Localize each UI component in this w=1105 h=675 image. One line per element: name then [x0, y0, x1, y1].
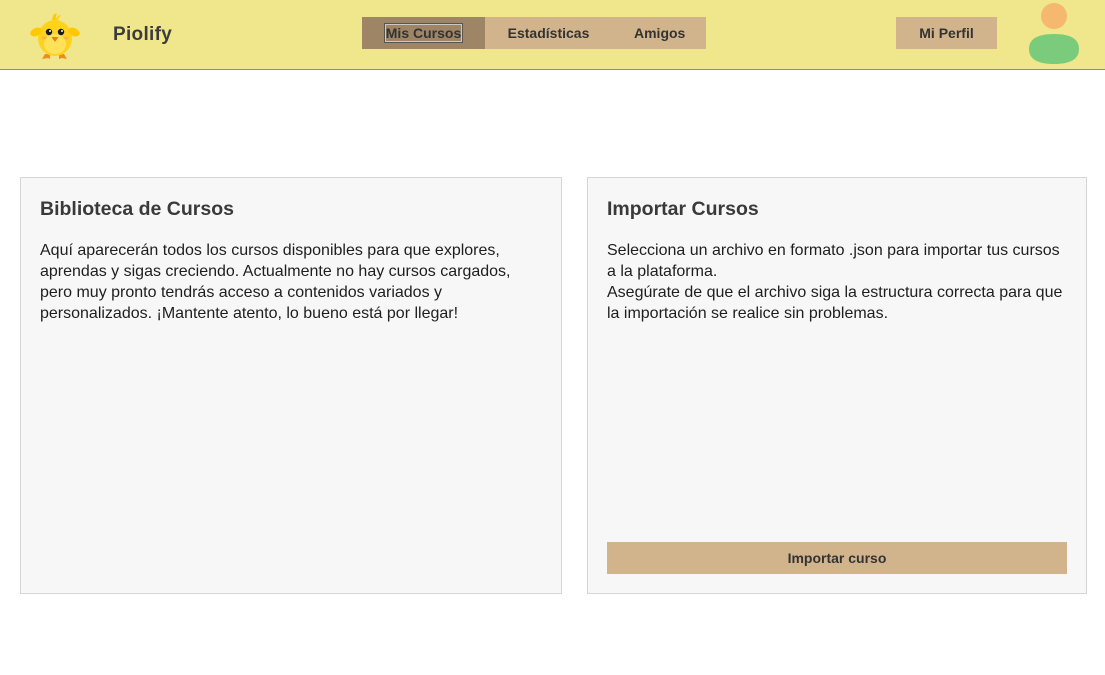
- tab-estadisticas[interactable]: Estadísticas: [485, 17, 612, 49]
- tab-estadisticas-label: Estadísticas: [507, 25, 590, 41]
- import-warning-line: Asegúrate de que el archivo siga la estr…: [607, 284, 1063, 322]
- tab-mis-cursos[interactable]: Mis Cursos: [362, 17, 485, 49]
- course-library-panel: Biblioteca de Cursos Aquí aparecerán tod…: [20, 177, 562, 594]
- import-instructions-line: Selecciona un archivo en formato .json p…: [607, 242, 1060, 280]
- tab-amigos[interactable]: Amigos: [612, 17, 706, 49]
- app-name: Piolify: [113, 24, 173, 45]
- top-header: Piolify Mis Cursos Estadísticas Amigos M…: [0, 0, 1105, 70]
- import-courses-description: Selecciona un archivo en formato .json p…: [607, 240, 1069, 324]
- import-courses-panel: Importar Cursos Selecciona un archivo en…: [587, 177, 1087, 594]
- tab-amigos-label: Amigos: [634, 25, 686, 41]
- profile-button[interactable]: Mi Perfil: [896, 17, 997, 49]
- course-library-description: Aquí aparecerán todos los cursos disponi…: [40, 242, 511, 322]
- main-nav: Mis Cursos Estadísticas Amigos: [362, 17, 706, 49]
- course-library-title: Biblioteca de Cursos: [40, 198, 234, 220]
- import-courses-title: Importar Cursos: [607, 198, 759, 220]
- user-avatar-icon[interactable]: [1028, 2, 1080, 66]
- chick-mascot-icon[interactable]: [28, 8, 82, 62]
- tab-mis-cursos-label: Mis Cursos: [383, 23, 464, 43]
- import-course-button[interactable]: Importar curso: [607, 542, 1067, 574]
